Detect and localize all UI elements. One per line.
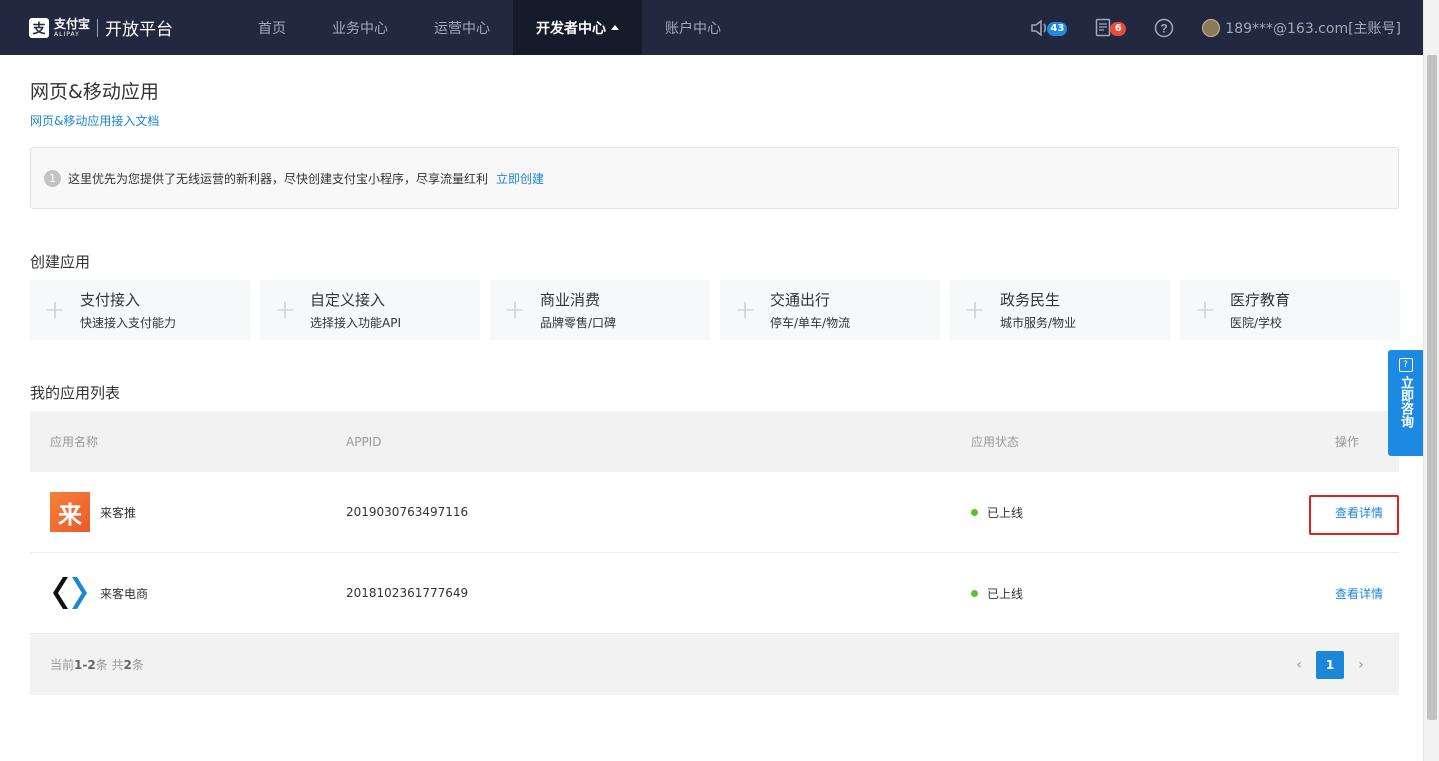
status-dot bbox=[971, 589, 978, 597]
prev-page-icon[interactable]: ‹ bbox=[1289, 657, 1309, 673]
create-card-government[interactable]: + 政务民生 城市服务/物业 bbox=[950, 280, 1170, 340]
help-icon: ? bbox=[1155, 18, 1174, 37]
announcements-badge: 43 bbox=[1047, 21, 1068, 36]
app-logo: 来 bbox=[50, 492, 90, 532]
avatar bbox=[1202, 18, 1221, 37]
col-status: 应用状态 bbox=[971, 435, 1020, 449]
header-tools: 43 6 ? 189***@163.com[主账号] bbox=[1002, 0, 1401, 55]
user-account-menu[interactable]: 189***@163.com[主账号] bbox=[1202, 18, 1401, 38]
next-page-icon[interactable]: › bbox=[1351, 657, 1371, 673]
tasks-badge: 6 bbox=[1110, 21, 1127, 36]
plus-icon: + bbox=[274, 295, 296, 325]
plus-icon: + bbox=[964, 295, 986, 325]
platform-title: 开放平台 bbox=[105, 20, 174, 40]
nav-operations-center[interactable]: 运营中心 bbox=[411, 0, 513, 55]
create-now-link[interactable]: 立即创建 bbox=[496, 170, 544, 187]
vertical-scrollbar[interactable] bbox=[1423, 0, 1439, 761]
nav-home[interactable]: 首页 bbox=[229, 0, 309, 55]
create-app-cards: + 支付接入 快速接入支付能力 + 自定义接入 选择接入功能API + 商业消费 品牌… bbox=[30, 280, 1400, 340]
scrollbar-thumb[interactable] bbox=[1427, 55, 1437, 720]
alipay-logo[interactable]: 支 支付宝 ALIPAY 开放平台 bbox=[29, 15, 229, 40]
table-row: 来客电商 2018102361777649 已上线 查看详情 bbox=[30, 553, 1399, 634]
pagination-summary: 当前1-2条 共2条 bbox=[50, 658, 144, 672]
tasks-button[interactable]: 6 bbox=[1095, 18, 1127, 38]
app-list-table: 应用名称 APPID 应用状态 操作 来 来客推 201903076349711… bbox=[30, 411, 1399, 695]
plus-icon: + bbox=[1194, 295, 1216, 325]
app-id: 2018102361777649 bbox=[346, 586, 469, 600]
app-name: 来客电商 bbox=[100, 586, 149, 601]
view-details-link[interactable]: 查看详情 bbox=[1335, 587, 1383, 601]
page-number[interactable]: 1 bbox=[1316, 651, 1344, 679]
create-card-payment[interactable]: + 支付接入 快速接入支付能力 bbox=[30, 280, 250, 340]
app-id: 2019030763497116 bbox=[346, 505, 469, 519]
status-dot bbox=[971, 508, 978, 516]
logo-divider bbox=[97, 18, 99, 37]
announcements-button[interactable]: 43 bbox=[1030, 18, 1068, 37]
logo-en-text: ALIPAY bbox=[54, 30, 80, 38]
svg-text:?: ? bbox=[1161, 21, 1168, 35]
app-name: 来客推 bbox=[100, 505, 137, 520]
notice-banner: 1 这里优先为您提供了无线运营的新利器，尽快创建支付宝小程序，尽享流量红利 立即… bbox=[30, 147, 1399, 209]
nav-developer-center[interactable]: 开发者中心 bbox=[513, 0, 642, 55]
create-card-commerce[interactable]: + 商业消费 品牌零售/口碑 bbox=[490, 280, 710, 340]
pagination: ‹ 1 › bbox=[1289, 651, 1371, 679]
consult-button[interactable]: ? 立即咨询 bbox=[1388, 350, 1423, 456]
plus-icon: + bbox=[734, 295, 756, 325]
highlight-box bbox=[1309, 495, 1399, 535]
app-list-title: 我的应用列表 bbox=[30, 384, 121, 402]
create-card-transport[interactable]: + 交通出行 停车/单车/物流 bbox=[720, 280, 940, 340]
notice-text: 这里优先为您提供了无线运营的新利器，尽快创建支付宝小程序，尽享流量红利 bbox=[68, 171, 489, 186]
page-title: 网页&移动应用 bbox=[30, 81, 159, 103]
create-app-title: 创建应用 bbox=[30, 253, 91, 271]
doc-link[interactable]: 网页&移动应用接入文档 bbox=[30, 112, 159, 129]
help-button[interactable]: ? bbox=[1154, 18, 1174, 38]
status-text: 已上线 bbox=[987, 505, 1024, 520]
nav-account-center[interactable]: 账户中心 bbox=[642, 0, 744, 55]
plus-icon: + bbox=[504, 295, 526, 325]
table-footer: 当前1-2条 共2条 ‹ 1 › bbox=[30, 634, 1399, 695]
create-card-custom[interactable]: + 自定义接入 选择接入功能API bbox=[260, 280, 480, 340]
status-text: 已上线 bbox=[987, 586, 1024, 601]
table-row: 来 来客推 2019030763497116 已上线 查看详情 bbox=[30, 472, 1399, 553]
user-account-text: 189***@163.com[主账号] bbox=[1225, 20, 1401, 37]
consult-label: 立即咨询 bbox=[1398, 376, 1413, 428]
col-appid: APPID bbox=[346, 434, 382, 449]
app-logo bbox=[50, 573, 90, 613]
create-card-medical-education[interactable]: + 医疗教育 医院/学校 bbox=[1180, 280, 1400, 340]
col-app-name: 应用名称 bbox=[50, 435, 99, 449]
col-action: 操作 bbox=[1334, 435, 1359, 449]
bracket-logo-icon bbox=[53, 577, 87, 609]
chat-question-icon: ? bbox=[1398, 358, 1413, 372]
info-icon: 1 bbox=[44, 169, 61, 187]
nav-business-center[interactable]: 业务中心 bbox=[309, 0, 411, 55]
main-nav: 首页 业务中心 运营中心 开发者中心 账户中心 bbox=[229, 0, 744, 55]
table-header: 应用名称 APPID 应用状态 操作 bbox=[30, 411, 1399, 472]
caret-up-icon bbox=[611, 25, 619, 30]
top-navbar: 支 支付宝 ALIPAY 开放平台 首页 业务中心 运营中心 开发者中心 账户中… bbox=[0, 0, 1423, 55]
plus-icon: + bbox=[44, 295, 66, 325]
alipay-logo-icon: 支 bbox=[29, 17, 49, 38]
logo-cn-text: 支付宝 bbox=[54, 16, 91, 31]
